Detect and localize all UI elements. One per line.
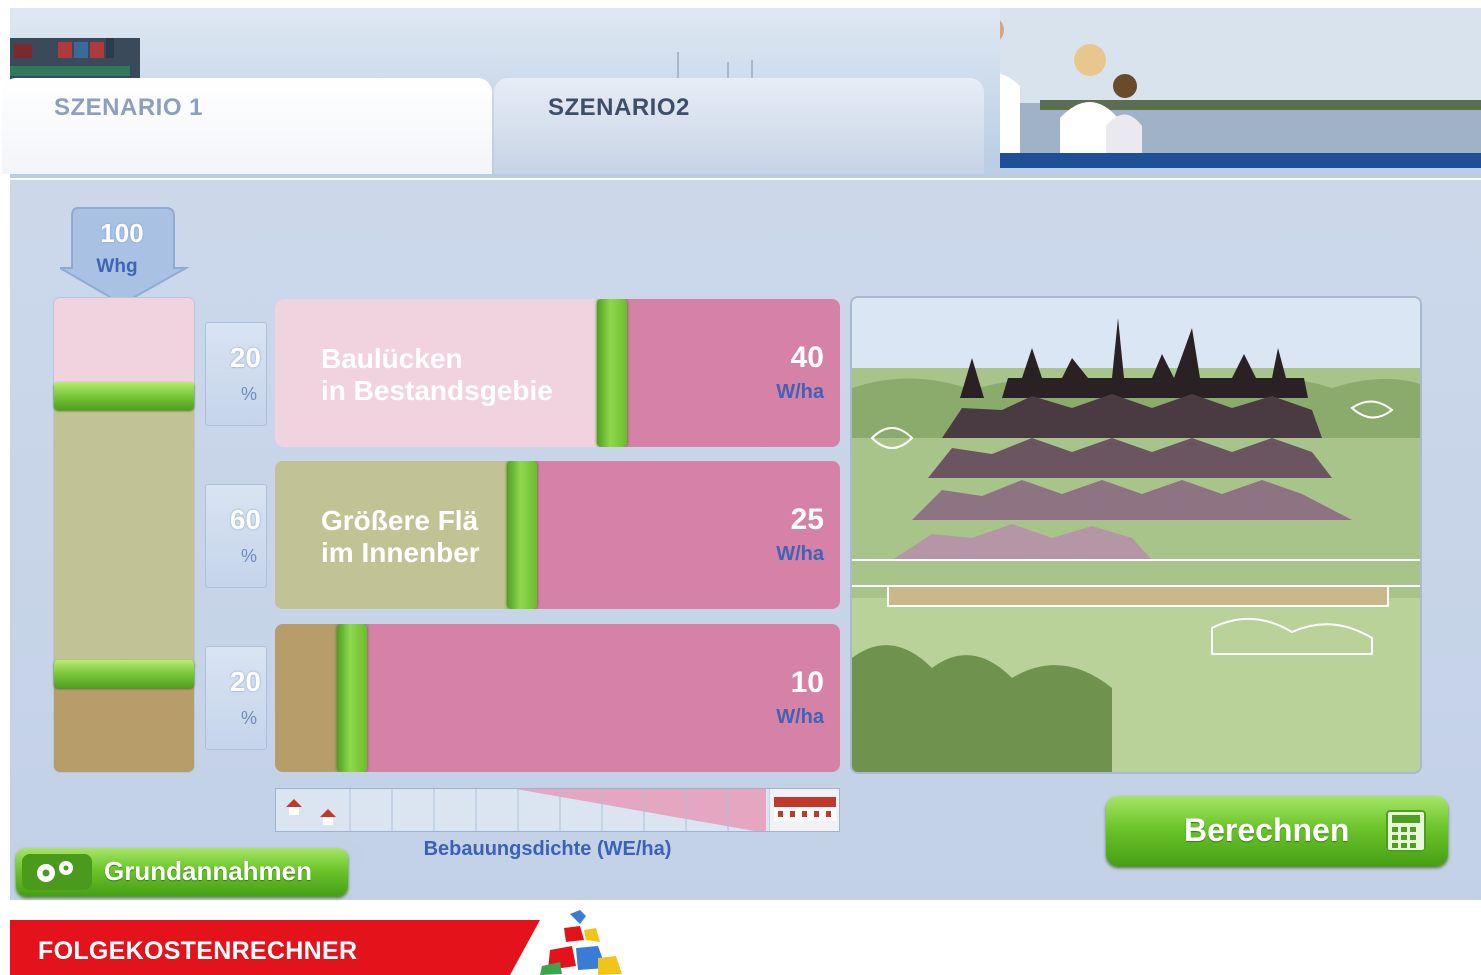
distribution-segment-grossere-flachen bbox=[54, 393, 194, 676]
total-units-value: 100 bbox=[100, 218, 144, 248]
assumptions-button[interactable]: Grundannahmen bbox=[16, 848, 348, 896]
density-row-label-line1: Baulücken bbox=[321, 343, 463, 374]
density-row-label-line2: in Bestandsgebie bbox=[321, 375, 553, 406]
assumptions-button-label[interactable]: Grundannahmen bbox=[104, 856, 312, 887]
density-row-label-line2: im Innenber bbox=[321, 537, 480, 568]
density-value: 10 bbox=[790, 666, 824, 699]
percent-value: 60 bbox=[229, 504, 261, 535]
density-row-label: Baulücken in Bestandsgebie bbox=[321, 343, 553, 407]
percent-value: 20 bbox=[229, 342, 261, 373]
density-unit: W/ha bbox=[776, 381, 824, 403]
density-slider-handle[interactable] bbox=[597, 299, 627, 447]
gears-icon bbox=[22, 854, 92, 890]
density-scale bbox=[275, 788, 840, 832]
app-name: FOLGEKOSTENRECHNER bbox=[38, 937, 358, 965]
tab-scenario-1[interactable] bbox=[2, 78, 492, 174]
density-unit: W/ha bbox=[776, 706, 824, 728]
density-row-2: Größere Flä im Innenber 25 W/ha bbox=[275, 461, 840, 609]
distribution-segment-third bbox=[54, 676, 194, 772]
low-density-house-icon bbox=[286, 799, 336, 825]
total-units-arrow-icon bbox=[60, 207, 190, 306]
distribution-segment-baulucken bbox=[54, 298, 194, 393]
city-density-illustration bbox=[852, 298, 1420, 772]
app-window: SZENARIO 1 SZENARIO2 100 Whg 20 % 60 % 2… bbox=[0, 0, 1481, 975]
percent-sign: % bbox=[240, 546, 257, 566]
family-photo bbox=[1000, 8, 1481, 168]
density-row-3: 10 W/ha bbox=[275, 624, 840, 772]
app-logo bbox=[540, 910, 622, 975]
tab-scenario-2-label[interactable]: SZENARIO2 bbox=[548, 94, 690, 122]
density-row-label: Größere Flä im Innenber bbox=[321, 505, 480, 569]
percent-sign: % bbox=[240, 708, 257, 728]
percent-sign: % bbox=[240, 384, 257, 404]
density-row-1: Baulücken in Bestandsgebie 40 W/ha bbox=[275, 299, 840, 447]
percent-box-row-1: 20 % bbox=[205, 322, 267, 426]
density-slider-handle[interactable] bbox=[507, 461, 537, 609]
density-row-label-line1: Größere Flä bbox=[321, 505, 479, 536]
distribution-bar bbox=[54, 298, 194, 772]
density-unit: W/ha bbox=[776, 543, 824, 565]
total-units-unit: Whg bbox=[96, 256, 138, 277]
distribution-handle-top[interactable] bbox=[54, 382, 194, 410]
percent-box-row-3: 20 % bbox=[205, 646, 267, 750]
density-value: 40 bbox=[790, 341, 824, 374]
density-scale-graphic bbox=[349, 789, 839, 831]
tab-scenario-2[interactable] bbox=[494, 78, 984, 174]
distribution-handle-bottom[interactable] bbox=[54, 660, 194, 688]
calculator-icon bbox=[1386, 810, 1426, 852]
density-value: 25 bbox=[790, 503, 824, 536]
high-density-houses-icon bbox=[774, 797, 836, 821]
percent-box-row-2: 60 % bbox=[205, 484, 267, 588]
density-slider-handle[interactable] bbox=[337, 624, 367, 772]
tab-scenario-1-label[interactable]: SZENARIO 1 bbox=[54, 94, 203, 122]
percent-value: 20 bbox=[229, 666, 261, 697]
calculate-button[interactable]: Berechnen bbox=[1106, 796, 1448, 866]
calculate-button-label[interactable]: Berechnen bbox=[1184, 812, 1349, 849]
